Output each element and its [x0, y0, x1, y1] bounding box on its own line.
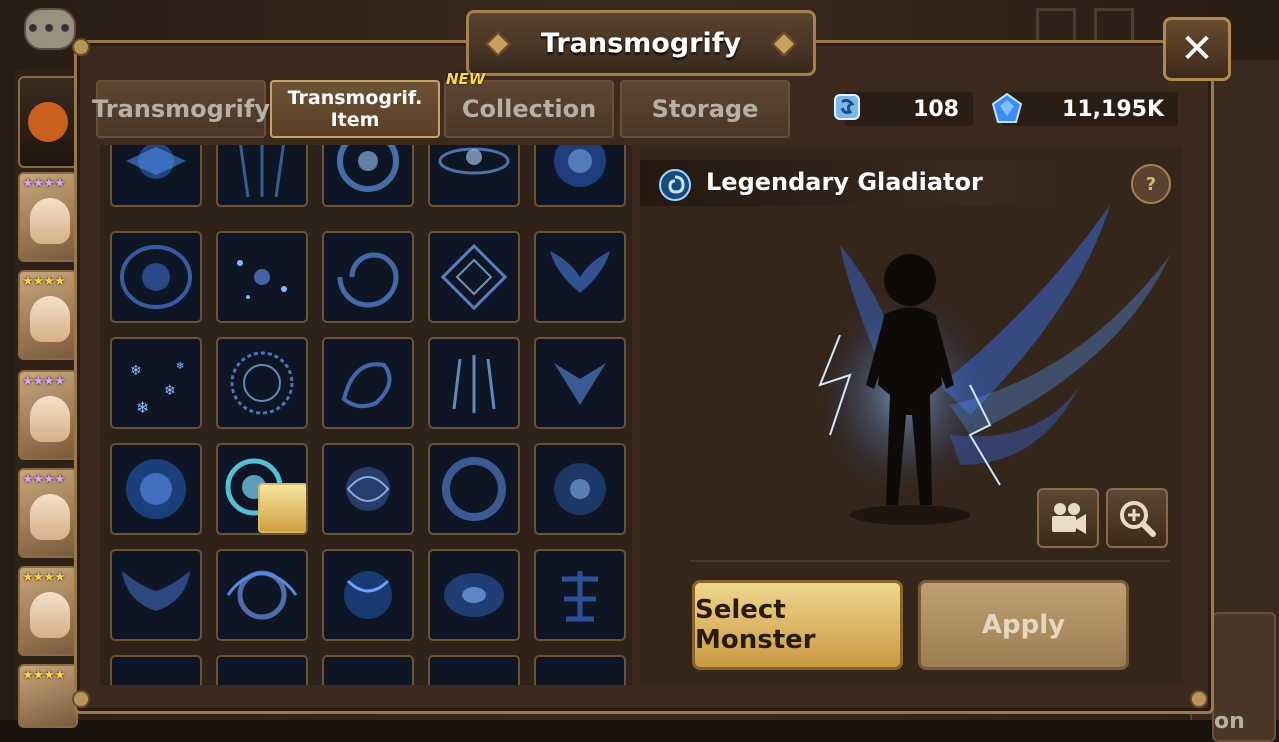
chat-icon[interactable]: •••: [24, 8, 76, 50]
crystal-counter: 11,195K: [1002, 92, 1178, 126]
item-cell[interactable]: [110, 231, 202, 323]
item-cell[interactable]: ❄ ❄ ❄ ❄: [110, 337, 202, 429]
tab-collection[interactable]: Collection: [444, 80, 614, 138]
costume-type-icon: [659, 169, 691, 201]
item-cell[interactable]: [110, 655, 202, 685]
zoom-button[interactable]: [1106, 488, 1168, 548]
costume-name: Legendary Gladiator: [706, 168, 983, 196]
divider: [690, 560, 1170, 562]
zoom-in-icon: [1120, 501, 1156, 537]
item-cell[interactable]: [110, 145, 202, 207]
frame-rivet: [72, 38, 90, 56]
title-ornament-left: [485, 31, 511, 57]
svg-text:❄: ❄: [176, 361, 184, 372]
preview-title-bar: Legendary Gladiator: [640, 160, 1060, 206]
tab-transmogrify[interactable]: Transmogrify: [92, 80, 270, 138]
video-preview-button[interactable]: [1037, 488, 1099, 548]
select-monster-button[interactable]: Select Monster: [692, 580, 903, 670]
item-cell[interactable]: [534, 337, 626, 429]
item-cell[interactable]: [322, 337, 414, 429]
select-monster-label: Select Monster: [695, 595, 816, 655]
item-cell[interactable]: [428, 655, 520, 685]
item-cell[interactable]: [322, 231, 414, 323]
svg-text:❄: ❄: [130, 363, 142, 379]
new-badge: NEW: [446, 70, 486, 88]
dialog-title-bar: Transmogrify: [466, 10, 816, 76]
tab-label: Storage: [651, 95, 759, 123]
gift-icon: ?: [1145, 173, 1157, 195]
item-cell[interactable]: [110, 443, 202, 535]
svg-text:❄: ❄: [164, 383, 176, 399]
item-cell[interactable]: [322, 549, 414, 641]
item-cell[interactable]: [428, 231, 520, 323]
monster-thumb-4[interactable]: ★★★★: [18, 370, 78, 460]
monster-thumb-7[interactable]: ★★★★: [18, 664, 78, 728]
monster-thumb-2[interactable]: ★★★★: [18, 172, 78, 262]
apply-button[interactable]: Apply: [918, 580, 1129, 670]
video-camera-icon: [1052, 503, 1086, 534]
item-cell[interactable]: [428, 443, 520, 535]
tab-label: Collection: [461, 95, 597, 123]
title-ornament-right: [771, 31, 797, 57]
item-cell[interactable]: [534, 549, 626, 641]
monster-thumb-6[interactable]: ★★★★: [18, 566, 78, 656]
item-cell[interactable]: [322, 443, 414, 535]
dialog-title: Transmogrify: [540, 27, 742, 59]
svg-text:❄: ❄: [136, 398, 149, 417]
item-cell[interactable]: [322, 145, 414, 207]
monster-portrait: [258, 483, 306, 533]
info-button[interactable]: ?: [1131, 164, 1171, 204]
item-grid[interactable]: ❄ ❄ ❄ ❄: [100, 145, 632, 685]
apply-label: Apply: [981, 610, 1066, 640]
background-button-label: on: [1214, 709, 1245, 734]
item-cell[interactable]: [428, 549, 520, 641]
tab-label: Transmogrif. Item: [287, 87, 423, 131]
close-button[interactable]: ✕: [1163, 17, 1231, 81]
item-cell[interactable]: [534, 231, 626, 323]
item-cell[interactable]: [216, 337, 308, 429]
layout-icon-2: [1094, 8, 1134, 44]
tab-transmogrify-item[interactable]: Transmogrif. Item: [270, 80, 440, 138]
transmog-stone-icon: [834, 94, 860, 120]
item-cell[interactable]: [534, 145, 626, 207]
item-cell[interactable]: [110, 549, 202, 641]
item-cell[interactable]: [322, 655, 414, 685]
tab-label: Transmogrify: [92, 95, 270, 123]
item-cell[interactable]: [216, 655, 308, 685]
transmog-stone-value: 108: [913, 96, 959, 122]
monster-avatar: [28, 102, 68, 142]
transmog-stone-counter: 108: [845, 92, 973, 126]
background-button: on: [1212, 612, 1276, 742]
item-cell[interactable]: [428, 145, 520, 207]
item-cell[interactable]: [216, 549, 308, 641]
layout-icon-1: [1036, 8, 1076, 44]
item-cell[interactable]: [534, 443, 626, 535]
frame-rivet: [72, 690, 90, 708]
close-icon: ✕: [1180, 26, 1214, 72]
crystal-icon: [991, 92, 1023, 123]
frame-rivet: [1190, 690, 1208, 708]
monster-thumb-1[interactable]: [18, 76, 78, 168]
monster-thumb-3[interactable]: ★★★★: [18, 270, 78, 360]
item-cell[interactable]: [428, 337, 520, 429]
item-cell-selected[interactable]: [216, 443, 308, 535]
tab-storage[interactable]: Storage: [620, 80, 790, 138]
monster-thumb-5[interactable]: ★★★★: [18, 468, 78, 558]
item-cell[interactable]: [216, 145, 308, 207]
item-cell[interactable]: [216, 231, 308, 323]
crystal-value: 11,195K: [1062, 96, 1164, 122]
item-cell[interactable]: [534, 655, 626, 685]
